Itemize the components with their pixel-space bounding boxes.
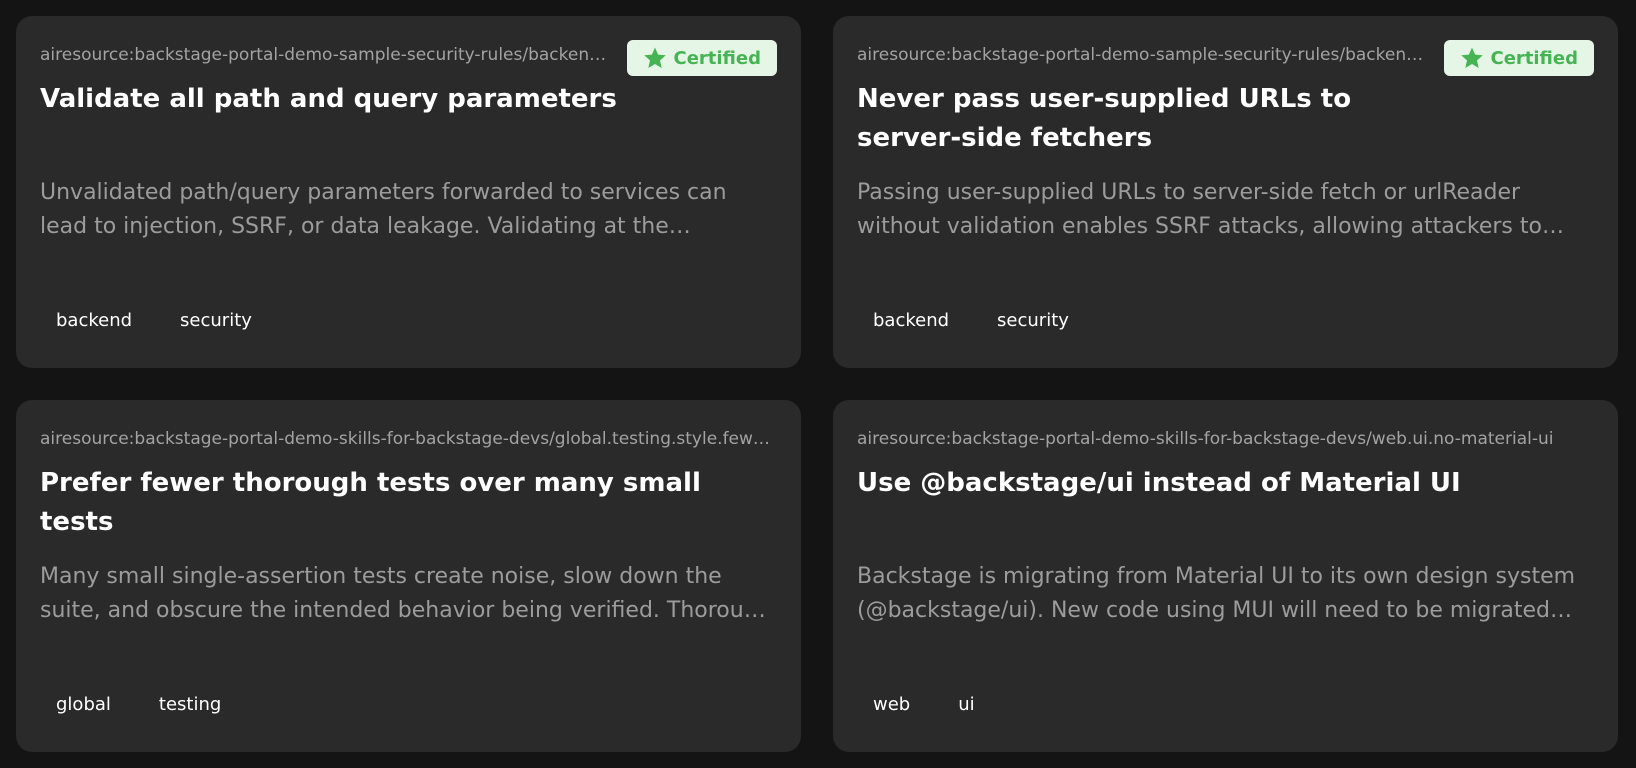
- tag-list: backend security: [857, 304, 1085, 338]
- resource-card-grid: airesource:backstage-portal-demo-sample-…: [16, 16, 1618, 752]
- tag[interactable]: security: [164, 304, 268, 338]
- tag[interactable]: ui: [942, 688, 990, 722]
- resource-card[interactable]: airesource:backstage-portal-demo-sample-…: [833, 16, 1618, 368]
- card-description: Unvalidated path/query parameters forwar…: [40, 180, 727, 239]
- card-title[interactable]: Prefer fewer thorough tests over many sm…: [40, 464, 760, 542]
- tag[interactable]: testing: [143, 688, 237, 722]
- card-description: Passing user-supplied URLs to server-sid…: [857, 180, 1542, 239]
- resource-source: airesource:backstage-portal-demo-skills-…: [857, 429, 1554, 449]
- resource-card[interactable]: airesource:backstage-portal-demo-sample-…: [16, 16, 801, 368]
- card-description: Backstage is migrating from Material UI …: [857, 564, 1576, 623]
- resource-card[interactable]: airesource:backstage-portal-demo-skills-…: [16, 400, 801, 752]
- resource-source: airesource:backstage-portal-demo-sample-…: [857, 45, 1424, 65]
- certified-badge: Certified: [1444, 40, 1594, 76]
- card-title[interactable]: Validate all path and query parameters: [40, 80, 640, 158]
- star-icon: [644, 47, 667, 68]
- star-icon: [1461, 47, 1484, 68]
- tag-list: global testing: [40, 688, 237, 722]
- tag[interactable]: web: [857, 688, 926, 722]
- tag[interactable]: backend: [40, 304, 148, 338]
- tag[interactable]: global: [40, 688, 127, 722]
- certified-badge: Certified: [627, 40, 777, 76]
- tag-list: backend security: [40, 304, 268, 338]
- resource-card[interactable]: airesource:backstage-portal-demo-skills-…: [833, 400, 1618, 752]
- badge-label: Certified: [1490, 47, 1578, 69]
- card-header: airesource:backstage-portal-demo-skills-…: [857, 424, 1594, 460]
- tag[interactable]: backend: [857, 304, 965, 338]
- card-title[interactable]: Use @backstage/ui instead of Material UI: [857, 464, 1577, 542]
- resource-source: airesource:backstage-portal-demo-skills-…: [40, 429, 777, 449]
- card-title[interactable]: Never pass user-supplied URLs to server-…: [857, 80, 1457, 158]
- card-header: airesource:backstage-portal-demo-sample-…: [40, 40, 777, 76]
- badge-label: Certified: [673, 47, 761, 69]
- tag[interactable]: security: [981, 304, 1085, 338]
- card-description: Many small single-assertion tests create…: [40, 564, 772, 623]
- resource-source: airesource:backstage-portal-demo-sample-…: [40, 45, 607, 65]
- card-header: airesource:backstage-portal-demo-skills-…: [40, 424, 777, 460]
- card-header: airesource:backstage-portal-demo-sample-…: [857, 40, 1594, 76]
- tag-list: web ui: [857, 688, 991, 722]
